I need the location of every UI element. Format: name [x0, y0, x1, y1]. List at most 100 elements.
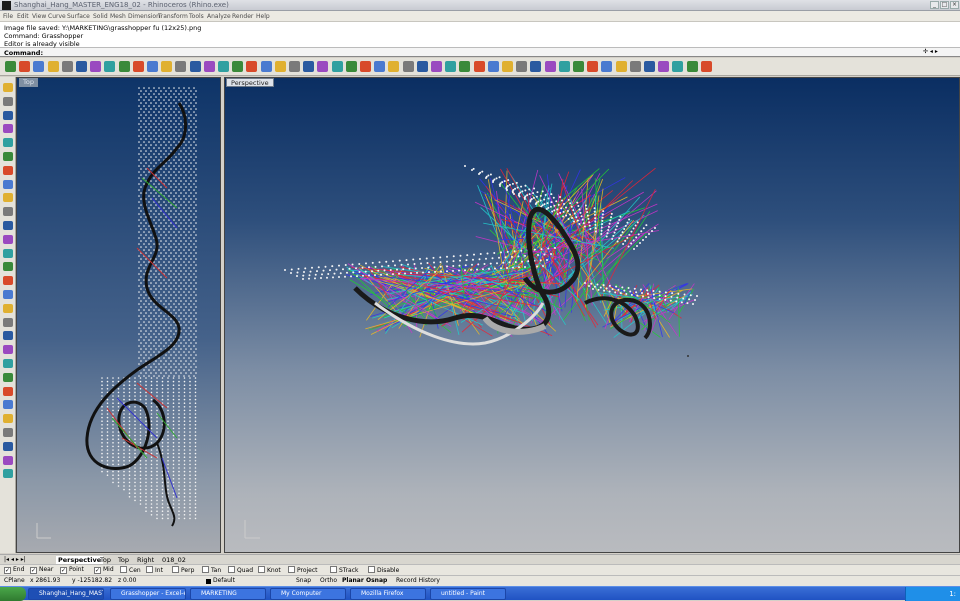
- osnap-cen[interactable]: Cen: [120, 566, 141, 574]
- osnap-mid[interactable]: ✓Mid: [94, 566, 114, 574]
- menu-tools[interactable]: Tools: [189, 13, 204, 20]
- line-icon[interactable]: [3, 97, 13, 106]
- osnap-knot[interactable]: Knot: [258, 566, 281, 574]
- rotate-icon[interactable]: [3, 345, 13, 354]
- osnap-quad[interactable]: Quad: [228, 566, 253, 574]
- help-icon[interactable]: [559, 61, 570, 72]
- paste-icon[interactable]: [204, 61, 215, 72]
- zoom-icon[interactable]: [261, 61, 272, 72]
- mirror-icon[interactable]: [672, 61, 683, 72]
- osnap-checkbox[interactable]: ✓: [60, 567, 67, 574]
- arrow-rotate-icon[interactable]: [601, 61, 612, 72]
- zoom-selected-icon[interactable]: [303, 61, 314, 72]
- four-view-icon[interactable]: [332, 61, 343, 72]
- play-icon[interactable]: [48, 61, 59, 72]
- start-button[interactable]: [0, 587, 26, 601]
- command-history[interactable]: Image file saved: Y:\MARKETING\grasshopp…: [0, 22, 960, 48]
- current-layer[interactable]: Default: [213, 577, 235, 584]
- osnap-checkbox[interactable]: [368, 566, 375, 573]
- new-icon[interactable]: [119, 61, 130, 72]
- osnap-checkbox[interactable]: [258, 566, 265, 573]
- tab-top[interactable]: Top: [100, 556, 111, 564]
- trim-icon[interactable]: [3, 235, 13, 244]
- extrude-icon[interactable]: [3, 180, 13, 189]
- grid-icon[interactable]: [346, 61, 357, 72]
- command-line[interactable]: Command: ✢ ◂ ▸: [0, 48, 960, 57]
- pan-icon[interactable]: [232, 61, 243, 72]
- menu-curve[interactable]: Curve: [48, 13, 66, 20]
- mirror-icon[interactable]: [3, 400, 13, 409]
- split-icon[interactable]: [3, 249, 13, 258]
- maximize-button[interactable]: □: [940, 1, 949, 9]
- osnap-checkbox[interactable]: [330, 566, 337, 573]
- cut-icon[interactable]: [175, 61, 186, 72]
- command-options-icon[interactable]: ✢ ◂ ▸: [923, 48, 938, 55]
- stack-icon[interactable]: [545, 61, 556, 72]
- rotate-icon[interactable]: [246, 61, 257, 72]
- dimension-icon[interactable]: [3, 414, 13, 423]
- menu-file[interactable]: File: [3, 13, 13, 20]
- render-icon[interactable]: [445, 61, 456, 72]
- join-icon[interactable]: [3, 262, 13, 271]
- rendered-icon[interactable]: [459, 61, 470, 72]
- light-icon[interactable]: [403, 61, 414, 72]
- lock-icon[interactable]: [417, 61, 428, 72]
- osnap-near[interactable]: ✓Near: [30, 566, 53, 574]
- move-icon[interactable]: [630, 61, 641, 72]
- sphere-icon[interactable]: [474, 61, 485, 72]
- step-forward-icon[interactable]: [90, 61, 101, 72]
- osnap-checkbox[interactable]: ✓: [4, 567, 11, 574]
- grab-icon[interactable]: [687, 61, 698, 72]
- print-icon[interactable]: [161, 61, 172, 72]
- curve-icon[interactable]: [3, 111, 13, 120]
- task-excel[interactable]: Grasshopper - Excel-e...: [110, 588, 186, 600]
- ghosted-icon[interactable]: [502, 61, 513, 72]
- menu-view[interactable]: View: [32, 13, 46, 20]
- snap-toggle[interactable]: Snap: [296, 577, 311, 584]
- snap-icon[interactable]: [701, 61, 712, 72]
- record-history-toggle[interactable]: Record History: [396, 577, 440, 584]
- polyline-icon[interactable]: [3, 124, 13, 133]
- pipe-icon[interactable]: [3, 207, 13, 216]
- zoom-window-icon[interactable]: [275, 61, 286, 72]
- layer-icon[interactable]: [3, 456, 13, 465]
- menu-mesh[interactable]: Mesh: [110, 13, 126, 20]
- osnap-toggle[interactable]: Osnap: [366, 577, 387, 584]
- tab-perspective[interactable]: Perspective: [56, 556, 103, 564]
- menu-solid[interactable]: Solid: [93, 13, 108, 20]
- menu-edit[interactable]: Edit: [17, 13, 29, 20]
- loft-icon[interactable]: [3, 359, 13, 368]
- orient-icon[interactable]: [644, 61, 655, 72]
- minimize-button[interactable]: _: [930, 1, 939, 9]
- planar-toggle[interactable]: Planar: [342, 577, 364, 584]
- osnap-project[interactable]: Project: [288, 566, 318, 574]
- menu-dimension[interactable]: Dimension: [128, 13, 160, 20]
- stop-icon[interactable]: [33, 61, 44, 72]
- osnap-tan[interactable]: Tan: [202, 566, 221, 574]
- arc-icon[interactable]: [3, 331, 13, 340]
- perspective-viewport[interactable]: Perspective: [224, 77, 960, 553]
- osnap-checkbox[interactable]: [120, 566, 127, 573]
- explode-icon[interactable]: [3, 276, 13, 285]
- end-icon[interactable]: [104, 61, 115, 72]
- hatch-icon[interactable]: [3, 469, 13, 478]
- tab-top-2[interactable]: Top: [118, 556, 129, 564]
- copy-icon[interactable]: [190, 61, 201, 72]
- align-icon[interactable]: [658, 61, 669, 72]
- undo-icon[interactable]: [218, 61, 229, 72]
- viewport-icon[interactable]: [5, 61, 16, 72]
- fillet-icon[interactable]: [3, 221, 13, 230]
- task-rhino[interactable]: Shanghai_Hang_MAST...: [28, 588, 104, 600]
- arrow-right-icon[interactable]: [616, 61, 627, 72]
- osnap-end[interactable]: ✓End: [4, 566, 24, 574]
- gear-icon[interactable]: [530, 61, 541, 72]
- sun-icon[interactable]: [516, 61, 527, 72]
- task-my-computer[interactable]: My Computer: [270, 588, 346, 600]
- task-firefox[interactable]: Mozilla Firefox: [350, 588, 426, 600]
- select-icon[interactable]: [3, 83, 13, 92]
- top-viewport[interactable]: Top: [16, 77, 221, 553]
- save-icon[interactable]: [147, 61, 158, 72]
- task-paint[interactable]: untitled - Paint: [430, 588, 506, 600]
- osnap-icon[interactable]: [3, 442, 13, 451]
- osnap-checkbox[interactable]: ✓: [30, 567, 37, 574]
